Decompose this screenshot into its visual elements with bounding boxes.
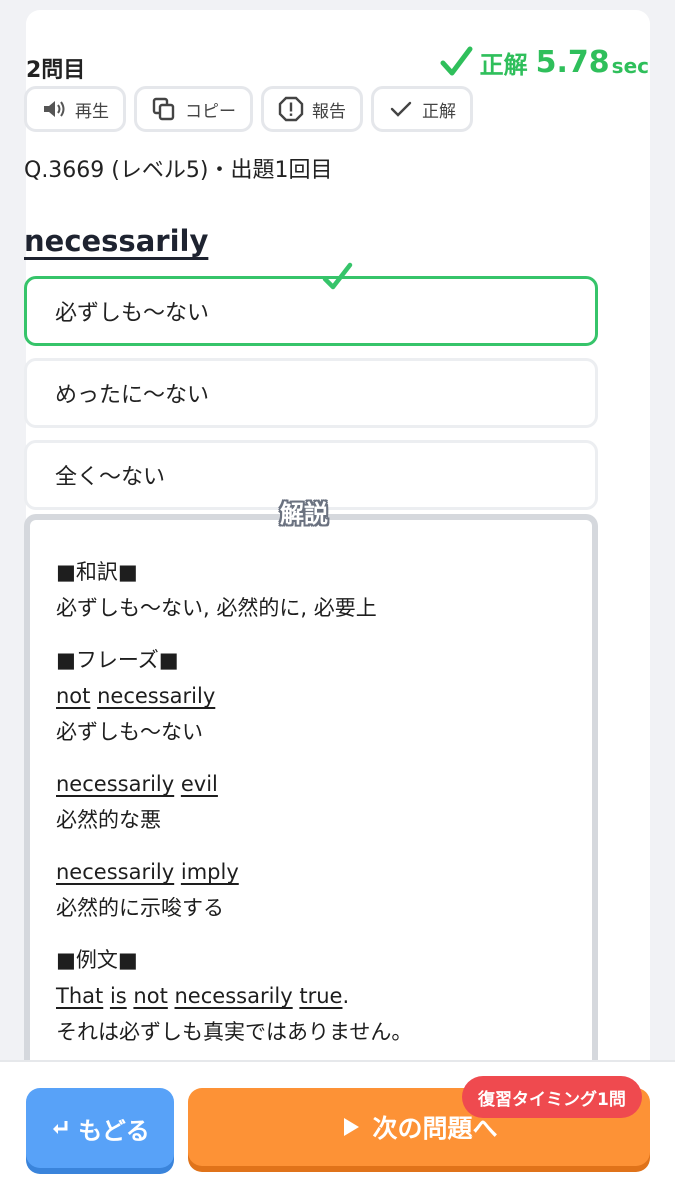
example-word[interactable]: true — [299, 984, 342, 1008]
phrases-heading: ■フレーズ■ — [56, 648, 179, 672]
example-word[interactable]: not — [133, 984, 167, 1008]
play-icon — [344, 1118, 360, 1136]
copy-button[interactable]: コピー — [134, 86, 253, 132]
example-word[interactable]: is — [110, 984, 127, 1008]
example-word[interactable]: necessarily — [175, 984, 293, 1008]
question-word: necessarily — [24, 224, 209, 258]
report-button[interactable]: 報告 — [261, 86, 363, 132]
phrase-word[interactable]: not — [56, 684, 90, 708]
phrase-item: not necessarily 必ずしも〜ない — [56, 678, 566, 750]
check-icon — [390, 101, 412, 117]
explanation-panel: ■和訳■ 必ずしも〜ない, 必然的に, 必要上 ■フレーズ■ not neces… — [24, 514, 598, 1074]
play-button-label: 再生 — [75, 101, 109, 122]
choice-1[interactable]: 必ずしも〜ない — [24, 262, 598, 346]
choice-label: 必ずしも〜ない — [55, 301, 210, 326]
action-bar: 再生 コピー 報告 正解 — [24, 86, 473, 132]
copy-button-label: コピー — [185, 101, 236, 122]
phrase-meaning: 必然的に示唆する — [56, 896, 224, 920]
back-button-label: もどる — [78, 1116, 150, 1145]
example-heading: ■例文■ — [56, 948, 138, 972]
translation-heading: ■和訳■ — [56, 560, 138, 584]
phrase-word[interactable]: necessarily — [56, 860, 174, 884]
result-label: 正解 — [479, 50, 528, 79]
answer-button[interactable]: 正解 — [371, 86, 473, 132]
correct-check-icon — [322, 262, 353, 290]
report-button-label: 報告 — [312, 101, 346, 122]
speaker-icon — [44, 101, 65, 117]
play-button[interactable]: 再生 — [24, 86, 126, 132]
question-number: 2問目 — [26, 58, 86, 83]
explanation-title: 解説 — [280, 500, 328, 528]
phrase-item: necessarily evil 必然的な悪 — [56, 766, 566, 838]
question-meta: Q.3669 (レベル5)・出題1回目 — [24, 158, 333, 183]
check-icon — [440, 46, 473, 76]
choice-label: 全く〜ない — [55, 465, 166, 490]
phrase-word[interactable]: necessarily — [56, 772, 174, 796]
phrase-meaning: 必然的な悪 — [56, 808, 161, 832]
back-button[interactable]: もどる — [26, 1088, 174, 1168]
answer-time: 5.78 — [535, 44, 610, 80]
choice-2[interactable]: めったに〜ない — [24, 358, 598, 428]
phrase-word[interactable]: necessarily — [97, 684, 215, 708]
phrase-word[interactable]: imply — [181, 860, 239, 884]
translation-text: 必ずしも〜ない, 必然的に, 必要上 — [56, 596, 377, 620]
phrase-meaning: 必ずしも〜ない — [56, 720, 203, 744]
example-sentence: That is not necessarily true. — [56, 978, 566, 1014]
choice-label: めったに〜ない — [55, 383, 210, 408]
return-arrow-icon — [53, 1121, 68, 1134]
example-translation: それは必ずしも真実ではありません。 — [56, 1020, 413, 1044]
phrase-item: necessarily imply 必然的に示唆する — [56, 854, 566, 926]
answer-time-unit: sec — [611, 54, 649, 78]
answer-button-label: 正解 — [422, 101, 456, 122]
alert-icon — [278, 96, 304, 122]
review-timing-badge: 復習タイミング1問 — [462, 1076, 642, 1118]
example-word[interactable]: That — [56, 984, 103, 1008]
example-period: . — [342, 984, 350, 1008]
phrase-word[interactable]: evil — [181, 772, 218, 796]
result-indicator: 正解 5.78 sec — [438, 44, 649, 80]
copy-icon — [152, 97, 175, 121]
